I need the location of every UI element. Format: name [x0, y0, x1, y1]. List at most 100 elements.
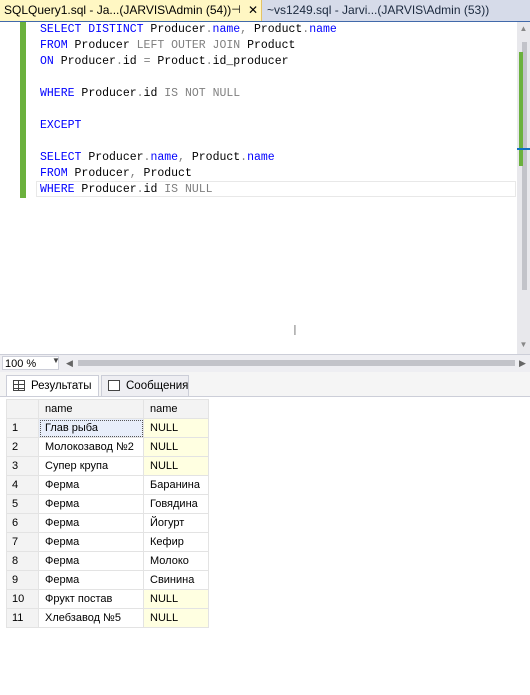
table-row[interactable]: 6 Ферма Йогурт: [6, 513, 209, 533]
table-row[interactable]: 2 Молокозавод №2 NULL: [6, 437, 209, 457]
results-grid[interactable]: name name 1 Глав рыба NULL 2 Молокозавод №2 N…: [0, 397, 530, 695]
producer-name-cell[interactable]: Ферма: [38, 570, 144, 590]
messages-icon: [108, 380, 120, 391]
code-token: FROM: [40, 39, 75, 52]
scroll-right-icon[interactable]: ▶: [519, 358, 526, 369]
row-number[interactable]: 5: [6, 494, 39, 514]
horizontal-scroll-thumb[interactable]: [78, 360, 515, 366]
ibeam-cursor-icon: I: [293, 324, 297, 339]
row-number-header[interactable]: [6, 399, 39, 419]
row-number[interactable]: 4: [6, 475, 39, 495]
tab-messages-label: Сообщения: [126, 380, 189, 392]
row-number[interactable]: 11: [6, 608, 39, 628]
code-line[interactable]: SELECT DISTINCT Producer.name, Product.n…: [40, 22, 337, 38]
tab-messages[interactable]: Сообщения: [101, 375, 189, 396]
scroll-down-icon[interactable]: ▼: [517, 338, 530, 352]
producer-name-cell[interactable]: Супер крупа: [38, 456, 144, 476]
code-token: id: [143, 87, 165, 100]
code-line[interactable]: [40, 134, 337, 150]
table-row[interactable]: 1 Глав рыба NULL: [6, 418, 209, 438]
product-name-cell[interactable]: Свинина: [143, 570, 209, 590]
code-token: id: [143, 183, 165, 196]
code-token: name: [247, 151, 275, 164]
tab-results[interactable]: Результаты: [6, 375, 99, 396]
code-token: Producer: [88, 151, 144, 164]
code-token: Product: [253, 23, 303, 36]
row-number[interactable]: 2: [6, 437, 39, 457]
product-name-cell[interactable]: NULL: [143, 608, 209, 628]
row-number[interactable]: 1: [6, 418, 39, 438]
scroll-up-icon[interactable]: ▲: [517, 22, 530, 36]
product-name-cell[interactable]: Баранина: [143, 475, 209, 495]
row-number[interactable]: 7: [6, 532, 39, 552]
code-token: Producer: [81, 87, 137, 100]
code-token: ON: [40, 55, 61, 68]
code-token: EXCEPT: [40, 119, 82, 132]
product-name-cell[interactable]: NULL: [143, 418, 209, 438]
change-tracking-margin: [20, 22, 26, 198]
editor-vertical-scrollbar[interactable]: ▲ ▼: [517, 22, 530, 354]
code-line[interactable]: [40, 102, 337, 118]
code-line[interactable]: EXCEPT: [40, 118, 337, 134]
row-number[interactable]: 8: [6, 551, 39, 571]
code-token: Producer: [81, 183, 137, 196]
producer-name-cell[interactable]: Глав рыба: [38, 418, 144, 438]
product-name-cell[interactable]: NULL: [143, 437, 209, 457]
zoom-bar: 100 % ▼ ◀ ▶: [0, 354, 530, 372]
column-header[interactable]: name: [38, 399, 144, 419]
query-editor[interactable]: SELECT DISTINCT Producer.name, Product.n…: [0, 22, 517, 354]
code-line[interactable]: SELECT Producer.name, Product.name: [40, 150, 337, 166]
code-line[interactable]: FROM Producer LEFT OUTER JOIN Product: [40, 38, 337, 54]
product-name-cell[interactable]: NULL: [143, 589, 209, 609]
product-name-cell[interactable]: Кефир: [143, 532, 209, 552]
close-icon[interactable]: ✕: [246, 0, 260, 20]
code-line[interactable]: WHERE Producer.id IS NULL: [40, 182, 337, 198]
code-token: Producer: [60, 55, 116, 68]
producer-name-cell[interactable]: Фрукт постав: [38, 589, 144, 609]
pin-icon[interactable]: ⊣: [229, 0, 243, 20]
product-name-cell[interactable]: NULL: [143, 456, 209, 476]
chevron-down-icon[interactable]: ▼: [52, 356, 60, 365]
results-table: name name 1 Глав рыба NULL 2 Молокозавод №2 N…: [6, 399, 209, 628]
table-row[interactable]: 9 Ферма Свинина: [6, 570, 209, 590]
row-number[interactable]: 3: [6, 456, 39, 476]
producer-name-cell[interactable]: Ферма: [38, 494, 144, 514]
code-token: Producer: [74, 167, 130, 180]
code-token: .: [205, 55, 213, 68]
tab-sqlquery1[interactable]: SQLQuery1.sql - Ja...(JARVIS\Admin (54))…: [0, 0, 262, 21]
producer-name-cell[interactable]: Ферма: [38, 475, 144, 495]
row-number[interactable]: 6: [6, 513, 39, 533]
product-name-cell[interactable]: Йогурт: [143, 513, 209, 533]
code-token: name: [150, 151, 179, 164]
row-number[interactable]: 10: [6, 589, 39, 609]
scroll-left-icon[interactable]: ◀: [66, 358, 73, 369]
code-token: Producer: [74, 39, 137, 52]
code-line[interactable]: [40, 70, 337, 86]
product-name-cell[interactable]: Говядина: [143, 494, 209, 514]
code-token: .: [136, 183, 144, 196]
table-row[interactable]: 4 Ферма Баранина: [6, 475, 209, 495]
code-line[interactable]: WHERE Producer.id IS NOT NULL: [40, 86, 337, 102]
code-line[interactable]: ON Producer.id = Product.id_producer: [40, 54, 337, 70]
producer-name-cell[interactable]: Хлебзавод №5: [38, 608, 144, 628]
producer-name-cell[interactable]: Ферма: [38, 551, 144, 571]
producer-name-cell[interactable]: Молокозавод №2: [38, 437, 144, 457]
table-row[interactable]: 7 Ферма Кефир: [6, 532, 209, 552]
producer-name-cell[interactable]: Ферма: [38, 513, 144, 533]
producer-name-cell[interactable]: Ферма: [38, 532, 144, 552]
table-row[interactable]: 11 Хлебзавод №5 NULL: [6, 608, 209, 628]
table-row[interactable]: 10 Фрукт постав NULL: [6, 589, 209, 609]
code-token: ,: [240, 23, 254, 36]
tab-vs1249[interactable]: ~vs1249.sql - Jarvi...(JARVIS\Admin (53)…: [263, 0, 530, 21]
table-row[interactable]: 3 Супер крупа NULL: [6, 456, 209, 476]
sql-code[interactable]: SELECT DISTINCT Producer.name, Product.n…: [40, 22, 337, 198]
table-row[interactable]: 5 Ферма Говядина: [6, 494, 209, 514]
table-row[interactable]: 8 Ферма Молоко: [6, 551, 209, 571]
code-token: WHERE: [40, 183, 82, 196]
column-header[interactable]: name: [143, 399, 209, 419]
row-number[interactable]: 9: [6, 570, 39, 590]
product-name-cell[interactable]: Молоко: [143, 551, 209, 571]
scroll-caret-marker: [517, 148, 530, 150]
zoom-select[interactable]: 100 %: [2, 356, 59, 370]
code-line[interactable]: FROM Producer, Product: [40, 166, 337, 182]
